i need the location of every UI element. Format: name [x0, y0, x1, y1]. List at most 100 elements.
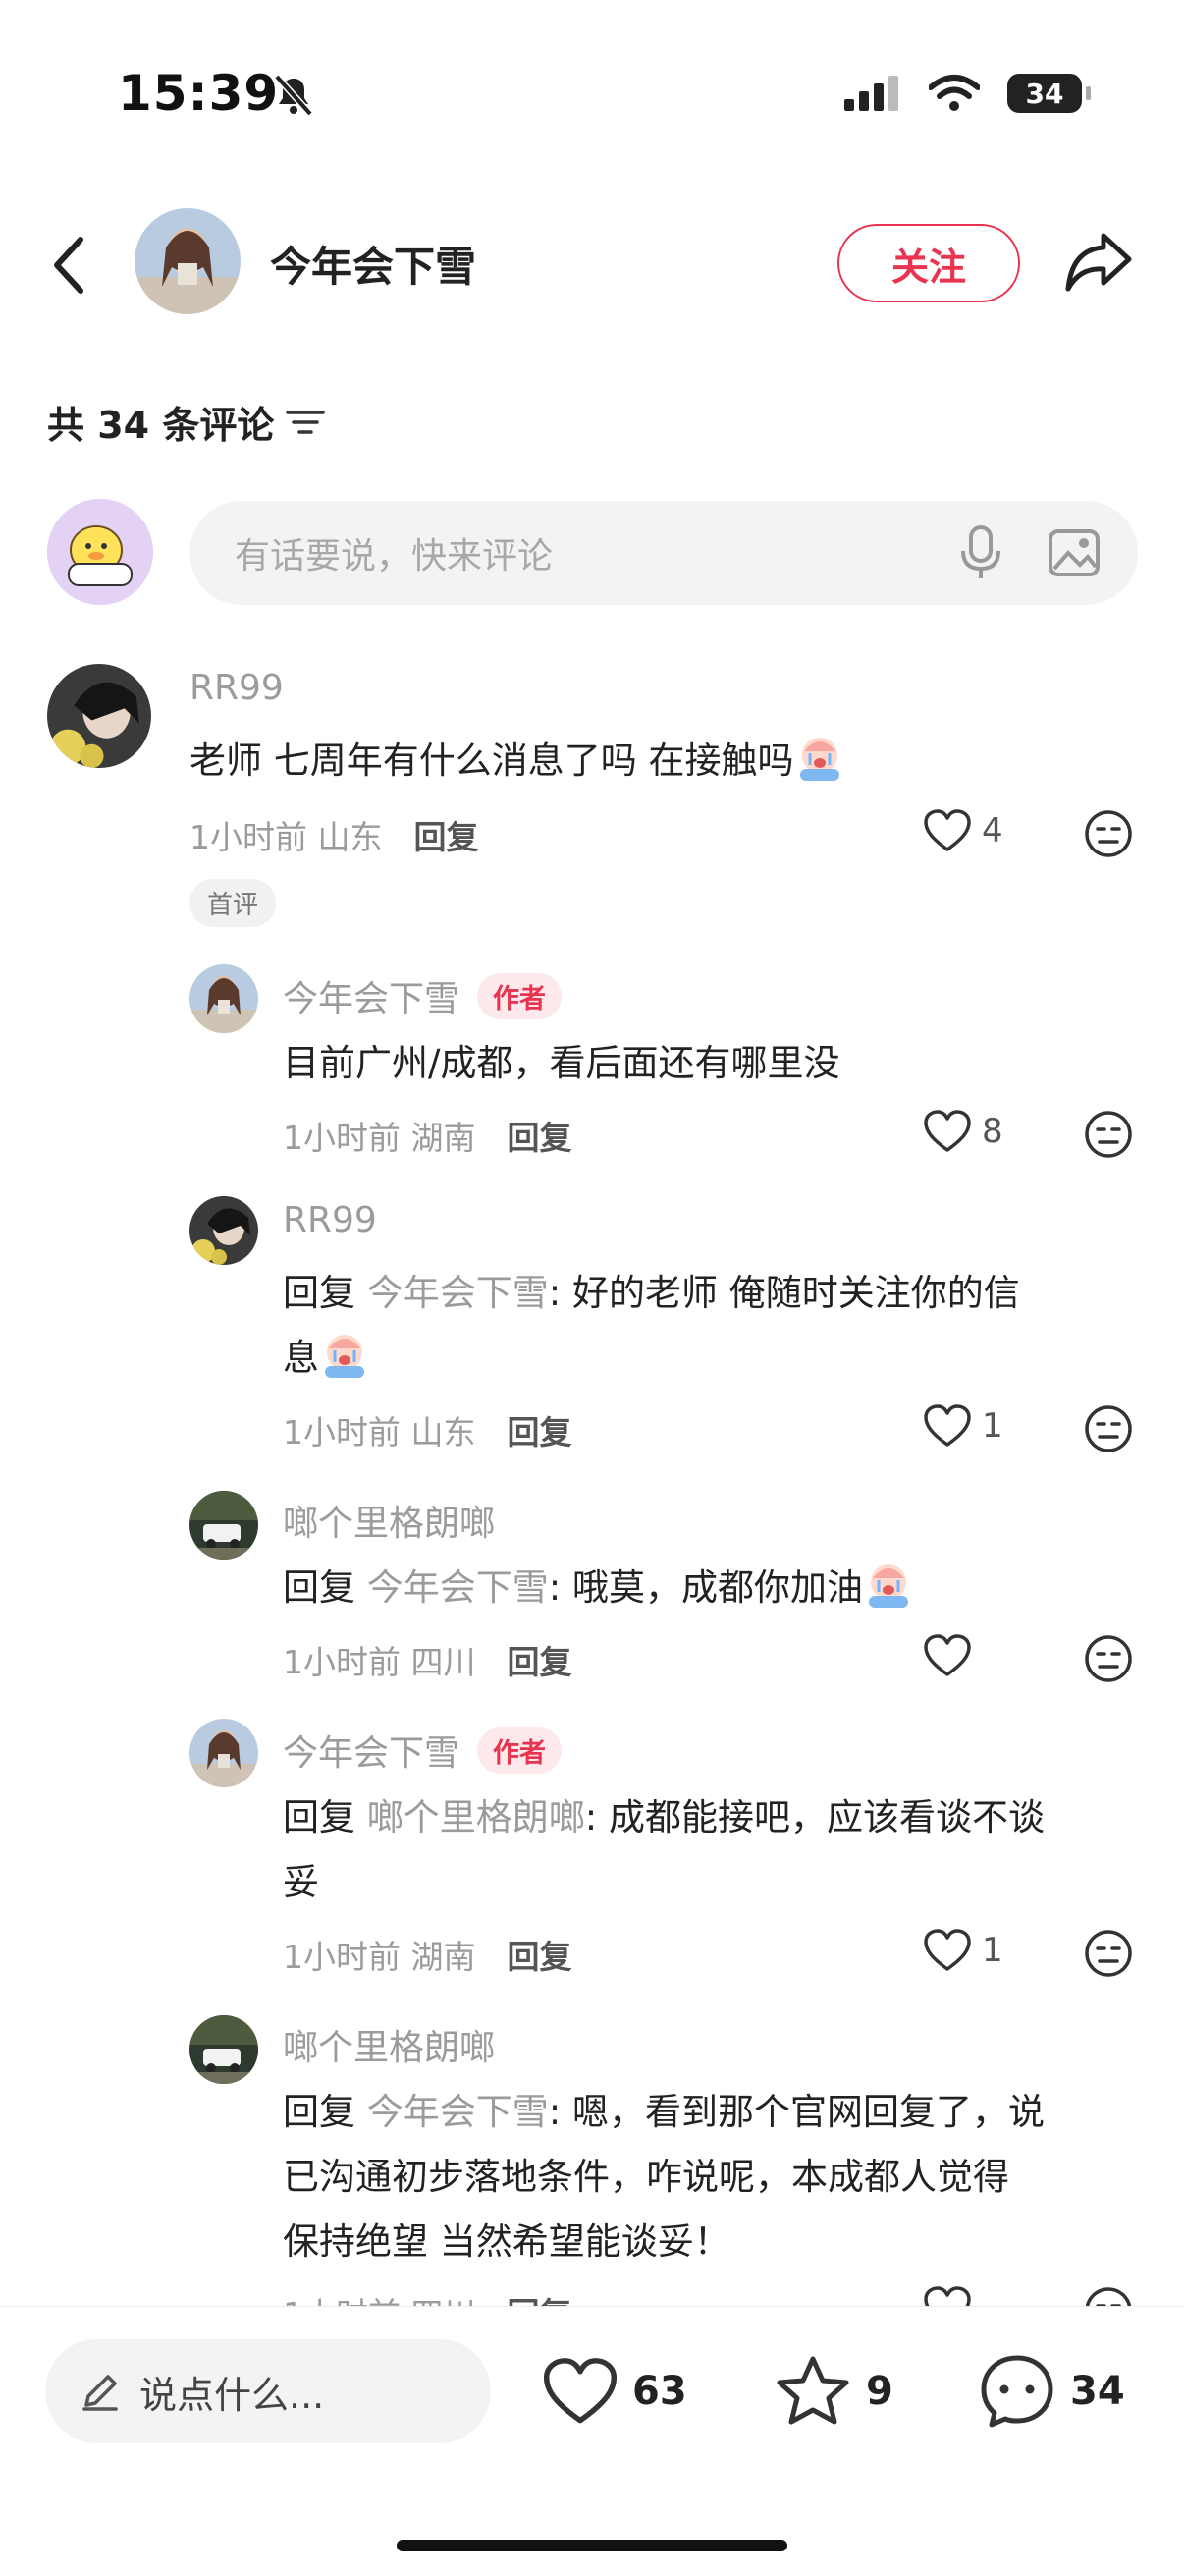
reply-text[interactable]: 回复 今年会下雪: 好的老师 俺随时关注你的信 息 [283, 1261, 1127, 1391]
dislike-icon[interactable] [1084, 1404, 1133, 1453]
dislike-icon[interactable] [1084, 809, 1133, 858]
like-count: 4 [982, 811, 1003, 850]
reply-avatar-image [189, 964, 258, 1033]
dislike-icon[interactable] [1084, 1634, 1133, 1683]
reply-button[interactable]: 回复 [508, 1406, 572, 1453]
reply-text[interactable]: 目前广州/成都，看后面还有哪里没 [283, 1031, 839, 1096]
microphone-icon[interactable] [954, 523, 1007, 582]
reply-button[interactable]: 回复 [508, 1931, 572, 1978]
reply-meta: 1小时前 湖南 回复 [283, 1112, 572, 1159]
heart-icon [923, 808, 972, 853]
cellular-signal-icon [844, 76, 898, 111]
reply-avatar[interactable] [189, 1196, 258, 1265]
reply-avatar[interactable] [189, 1491, 258, 1560]
reply-text-line: 回复 今年会下雪: 嗯，看到那个官网回复了，说 [283, 2091, 1045, 2133]
crying-emoji-icon [794, 732, 845, 783]
reply-avatar[interactable] [189, 964, 258, 1033]
author-badge: 作者 [477, 1726, 563, 1774]
status-icons: 34 [844, 69, 1091, 118]
reply-to-user[interactable]: 今年会下雪 [367, 1566, 549, 1609]
back-arrow-icon[interactable] [41, 226, 100, 304]
reply-text-line: 妥 [283, 1861, 319, 1903]
image-picker-icon[interactable] [1047, 525, 1102, 580]
heart-icon [923, 1633, 972, 1678]
reply-user-name[interactable]: 今年会下雪 [283, 1725, 459, 1776]
reply-user-name[interactable]: 啷个里格朗啷 [283, 2019, 495, 2070]
reply-avatar-image [189, 2015, 258, 2084]
reply-time-location: 1小时前 湖南 [283, 1938, 476, 1976]
comment-meta: 1小时前 山东 回复 [189, 811, 479, 858]
reply-text[interactable]: 回复 今年会下雪: 哦莫，成都你加油 [283, 1556, 914, 1620]
comment-text-content: 老师 七周年有什么消息了吗 在接触吗 [189, 740, 794, 782]
reply-text[interactable]: 回复 今年会下雪: 嗯，看到那个官网回复了，说 已沟通初步落地条件，咋说呢，本成… [283, 2080, 1147, 2275]
like-count: 1 [982, 1406, 1003, 1446]
post-comment-button[interactable]: 34 [978, 2339, 1125, 2443]
dislike-icon[interactable] [1084, 1110, 1133, 1159]
dislike-icon[interactable] [1084, 1929, 1133, 1978]
post-favorite-count: 9 [866, 2369, 893, 2414]
reply-button[interactable]: 回复 [414, 811, 479, 858]
sort-filter-icon[interactable] [286, 407, 326, 438]
reply-time-location: 1小时前 山东 [283, 1413, 476, 1452]
my-avatar[interactable] [47, 499, 153, 605]
battery-indicator: 34 [1007, 74, 1091, 113]
like-button[interactable]: 8 [923, 1109, 1003, 1154]
reply-avatar[interactable] [189, 1719, 258, 1787]
first-comment-tag: 首评 [189, 879, 277, 927]
reply-avatar[interactable] [189, 2015, 258, 2084]
reply-text-line: 回复 今年会下雪: 好的老师 俺随时关注你的信 [283, 1272, 1020, 1314]
comment-text[interactable]: 老师 七周年有什么消息了吗 在接触吗 [189, 729, 845, 794]
like-button[interactable] [923, 1633, 982, 1678]
reply-meta: 1小时前 湖南 回复 [283, 1931, 572, 1978]
comment-count[interactable]: 共 34 条评论 [47, 395, 326, 449]
reply-text[interactable]: 回复 啷个里格朗啷: 成都能接吧，应该看谈不谈 妥 [283, 1785, 1137, 1915]
reply-user-name[interactable]: 啷个里格朗啷 [283, 1495, 495, 1546]
commenter-name[interactable]: RR99 [189, 668, 284, 708]
share-icon[interactable] [1060, 226, 1135, 301]
my-avatar-image [47, 499, 153, 605]
reply-to-user[interactable]: 今年会下雪 [367, 1272, 549, 1314]
home-indicator [397, 2540, 787, 2551]
reply-user-name[interactable]: RR99 [283, 1200, 377, 1240]
author-avatar[interactable] [135, 208, 241, 314]
like-button[interactable]: 1 [923, 1403, 1003, 1449]
reply-text-line: 回复 啷个里格朗啷: 成都能接吧，应该看谈不谈 [283, 1796, 1045, 1838]
reply-time-location: 1小时前 湖南 [283, 1119, 476, 1157]
reply-to-user[interactable]: 啷个里格朗啷 [367, 1796, 585, 1838]
like-button[interactable]: 4 [923, 808, 1003, 853]
like-button[interactable]: 1 [923, 1928, 1003, 1973]
comment-count-label: 共 34 条评论 [47, 404, 275, 447]
commenter-avatar-image [47, 664, 151, 768]
post-comment-count: 34 [1070, 2369, 1125, 2414]
crying-emoji-icon [863, 1559, 914, 1610]
reply-header: 今年会下雪 作者 [283, 1725, 563, 1776]
comment-bubble-icon [981, 2355, 1053, 2428]
commenter-avatar[interactable] [47, 664, 151, 768]
reply-text-line: 息 [283, 1326, 1127, 1391]
reply-header: 今年会下雪 作者 [283, 970, 563, 1021]
status-time: 15:39 [118, 65, 280, 122]
post-like-button[interactable]: 63 [542, 2339, 687, 2443]
say-something-input[interactable]: 说点什么... [45, 2339, 491, 2443]
mute-bell-icon [274, 74, 313, 117]
reply-text-line: 已沟通初步落地条件，咋说呢，本成都人觉得 [283, 2156, 1009, 2198]
pencil-icon [82, 2375, 118, 2411]
comment-input-placeholder: 有话要说，快来评论 [235, 536, 554, 576]
author-name[interactable]: 今年会下雪 [270, 234, 476, 294]
reply-avatar-image [189, 1491, 258, 1560]
heart-icon [923, 1403, 972, 1449]
reply-to-user[interactable]: 今年会下雪 [367, 2091, 549, 2133]
author-avatar-image [135, 208, 241, 314]
like-count: 1 [982, 1931, 1003, 1970]
author-badge: 作者 [477, 972, 563, 1019]
star-icon [777, 2356, 849, 2425]
reply-avatar-image [189, 1719, 258, 1787]
wifi-icon [929, 75, 980, 111]
reply-button[interactable]: 回复 [508, 1636, 572, 1683]
follow-button[interactable]: 关注 [837, 224, 1020, 302]
reply-time-location: 1小时前 四川 [283, 1643, 476, 1681]
reply-avatar-image [189, 1196, 258, 1265]
reply-user-name[interactable]: 今年会下雪 [283, 970, 459, 1021]
post-favorite-button[interactable]: 9 [774, 2339, 893, 2443]
reply-button[interactable]: 回复 [508, 1112, 572, 1159]
